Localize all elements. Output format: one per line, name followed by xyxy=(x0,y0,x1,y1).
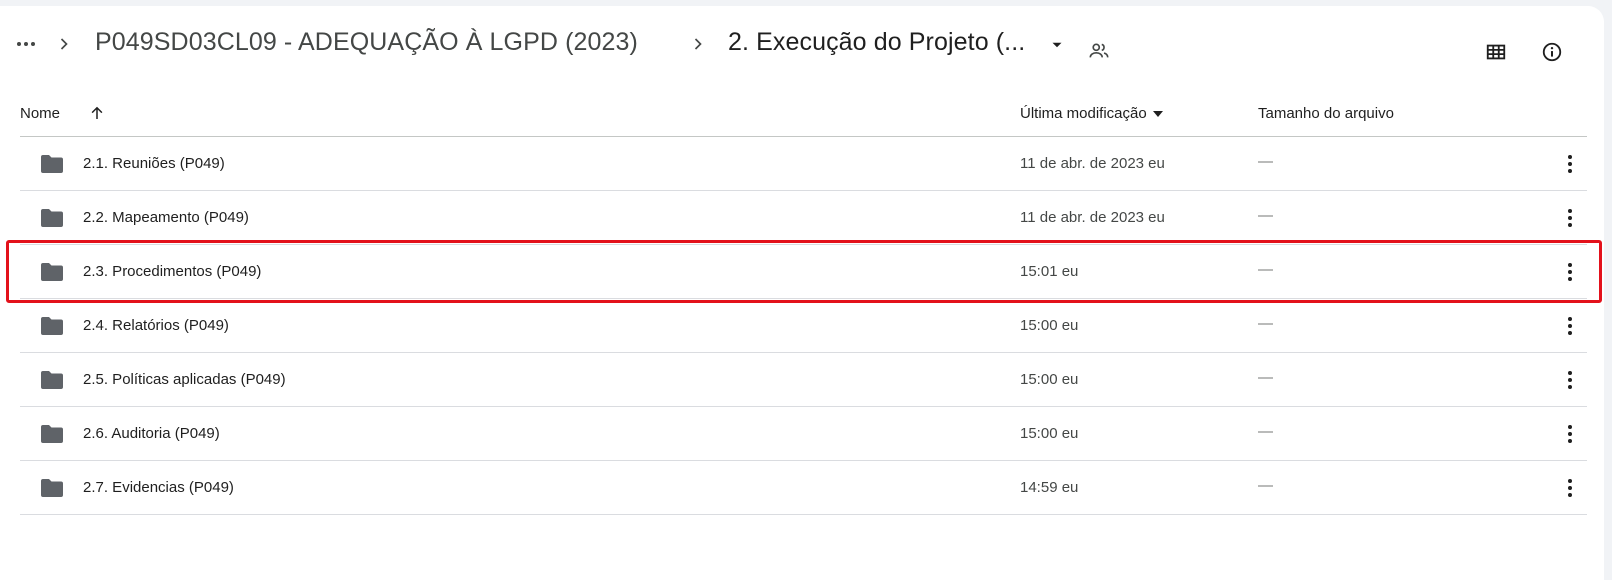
table-row[interactable]: 2.4. Relatórios (P049) 15:00 eu — xyxy=(20,299,1587,353)
table-row[interactable]: 2.2. Mapeamento (P049) 11 de abr. de 2023… xyxy=(20,191,1587,245)
people-icon[interactable] xyxy=(1088,40,1110,62)
column-header-name[interactable]: Nome xyxy=(20,105,60,122)
file-name[interactable]: 2.2. Mapeamento (P049) xyxy=(83,209,249,226)
table-row[interactable]: 2.5. Políticas aplicadas (P049) 15:00 eu — xyxy=(20,353,1587,407)
modified-date: 14:59 eu xyxy=(1020,479,1079,496)
info-icon[interactable] xyxy=(1541,41,1563,63)
file-size: — xyxy=(1258,207,1273,224)
folder-icon xyxy=(40,424,64,444)
column-header-size[interactable]: Tamanho do arquivo xyxy=(1258,105,1394,122)
drive-file-list-panel: P049SD03CL09 - ADEQUAÇÃO À LGPD (2023) 2… xyxy=(0,6,1604,580)
column-header-modified-label: Última modificação xyxy=(1020,105,1147,122)
more-vert-icon[interactable] xyxy=(1560,478,1580,498)
file-size: — xyxy=(1258,315,1273,332)
chevron-right-icon xyxy=(688,34,708,54)
arrow-drop-down-icon xyxy=(1152,111,1163,118)
modified-date: 11 de abr. de 2023 eu xyxy=(1020,155,1165,172)
folder-icon xyxy=(40,208,64,228)
modified-date: 15:00 eu xyxy=(1020,425,1079,442)
breadcrumb-current-folder[interactable]: 2. Execução do Projeto (... xyxy=(728,28,1025,57)
file-name[interactable]: 2.3. Procedimentos (P049) xyxy=(83,263,261,280)
chevron-right-icon xyxy=(54,34,74,54)
more-vert-icon[interactable] xyxy=(1560,316,1580,336)
file-size: — xyxy=(1258,477,1273,494)
file-name[interactable]: 2.7. Evidencias (P049) xyxy=(83,479,234,496)
more-vert-icon[interactable] xyxy=(1560,262,1580,282)
arrow-drop-down-icon[interactable] xyxy=(1048,36,1066,54)
table-row[interactable]: 2.6. Auditoria (P049) 15:00 eu — xyxy=(20,407,1587,461)
file-rows: 2.1. Reuniões (P049) 11 de abr. de 2023 e… xyxy=(20,137,1587,515)
file-size: — xyxy=(1258,423,1273,440)
folder-icon xyxy=(40,262,64,282)
modified-date: 11 de abr. de 2023 eu xyxy=(1020,209,1165,226)
more-vert-icon[interactable] xyxy=(1560,208,1580,228)
file-name[interactable]: 2.1. Reuniões (P049) xyxy=(83,155,225,172)
breadcrumb-parent-folder[interactable]: P049SD03CL09 - ADEQUAÇÃO À LGPD (2023) xyxy=(95,28,638,57)
folder-icon xyxy=(40,370,64,390)
table-row[interactable]: 2.3. Procedimentos (P049) 15:01 eu — xyxy=(20,245,1587,299)
more-horiz-icon[interactable] xyxy=(14,32,38,56)
folder-icon xyxy=(40,154,64,174)
table-row[interactable]: 2.1. Reuniões (P049) 11 de abr. de 2023 e… xyxy=(20,137,1587,191)
arrow-upward-icon[interactable] xyxy=(88,104,106,122)
breadcrumb: P049SD03CL09 - ADEQUAÇÃO À LGPD (2023) 2… xyxy=(0,6,1604,84)
more-vert-icon[interactable] xyxy=(1560,370,1580,390)
column-header-modified[interactable]: Última modificação xyxy=(1020,105,1163,122)
more-vert-icon[interactable] xyxy=(1560,154,1580,174)
file-name[interactable]: 2.5. Políticas aplicadas (P049) xyxy=(83,371,286,388)
modified-date: 15:01 eu xyxy=(1020,263,1079,280)
file-size: — xyxy=(1258,261,1273,278)
file-name[interactable]: 2.6. Auditoria (P049) xyxy=(83,425,220,442)
folder-icon xyxy=(40,316,64,336)
table-row[interactable]: 2.7. Evidencias (P049) 14:59 eu — xyxy=(20,461,1587,515)
modified-date: 15:00 eu xyxy=(1020,371,1079,388)
file-name[interactable]: 2.4. Relatórios (P049) xyxy=(83,317,229,334)
more-vert-icon[interactable] xyxy=(1560,424,1580,444)
file-size: — xyxy=(1258,153,1273,170)
table-header: Nome Última modificação Tamanho do arqui… xyxy=(20,90,1587,137)
file-table: Nome Última modificação Tamanho do arqui… xyxy=(20,90,1587,515)
modified-date: 15:00 eu xyxy=(1020,317,1079,334)
folder-icon xyxy=(40,478,64,498)
grid-view-icon[interactable] xyxy=(1485,41,1507,63)
file-size: — xyxy=(1258,369,1273,386)
